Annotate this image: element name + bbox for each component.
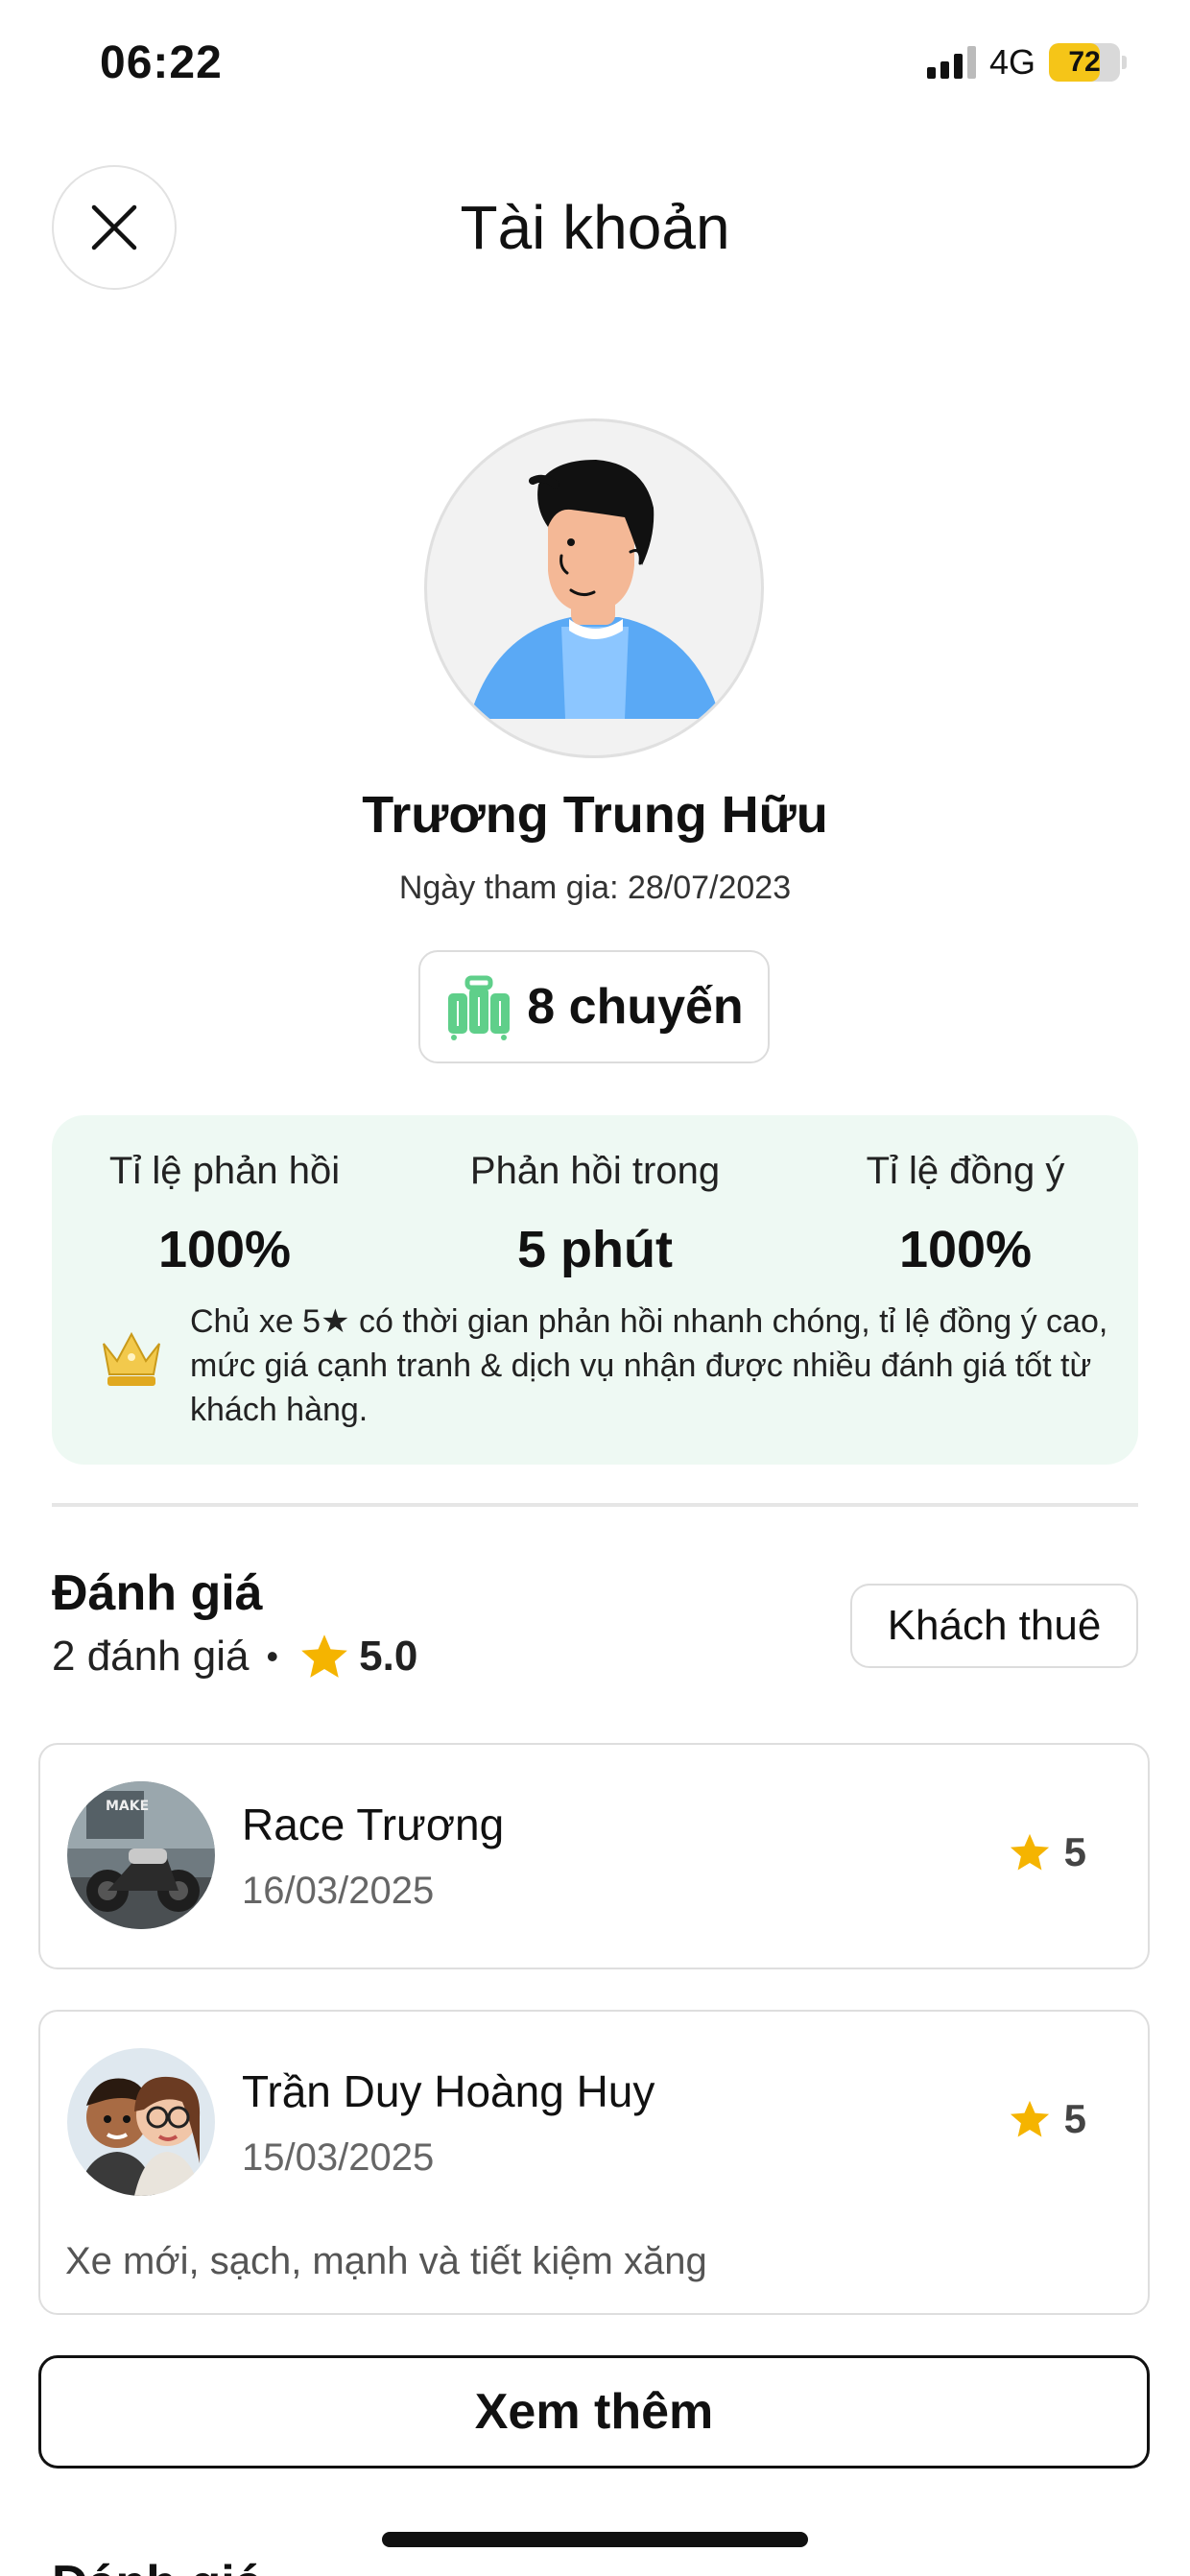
reviewer-name: Race Trương — [242, 1800, 505, 1849]
review-comment: Xe mới, sạch, mạnh và tiết kiệm xăng — [65, 2240, 707, 2282]
battery-level: 72 — [1068, 46, 1101, 78]
review-card: Trần Duy Hoàng Huy 15/03/2025 5 Xe mới, … — [38, 2010, 1150, 2315]
svg-text:MAKE: MAKE — [106, 1799, 149, 1814]
crown-icon — [100, 1328, 163, 1393]
next-section-title: Đánh giá — [52, 2555, 263, 2576]
stat-response-rate: Tỉ lệ phản hồi 100% — [52, 1150, 397, 1279]
stat-value: 5 phút — [517, 1221, 673, 1278]
reviews-title: Đánh giá — [52, 1565, 263, 1621]
reviews-count: 2 đánh giá — [52, 1633, 250, 1680]
trips-badge: 8 chuyến — [418, 950, 770, 1063]
reviewer-avatar: MAKE — [67, 1781, 215, 1929]
trips-count: 8 chuyến — [527, 979, 744, 1035]
separator-dot: • — [266, 1636, 279, 1676]
review-rating: 5 — [1009, 2096, 1086, 2142]
profile-avatar[interactable] — [424, 418, 764, 758]
stat-label: Tỉ lệ phản hồi — [108, 1150, 341, 1192]
status-icons: 4G 72 — [926, 42, 1127, 83]
rating-value: 5 — [1063, 1829, 1086, 1874]
reviewer-filter-button[interactable]: Khách thuê — [850, 1584, 1138, 1668]
profile-name: Trương Trung Hữu — [362, 786, 828, 844]
review-rating: 5 — [1009, 1829, 1086, 1875]
see-more-button[interactable]: Xem thêm — [38, 2355, 1150, 2469]
reviewer-name: Trần Duy Hoàng Huy — [242, 2066, 655, 2116]
reviews-summary: 2 đánh giá • 5.0 — [52, 1630, 417, 1683]
review-card: MAKE Race Trương 16/03/2025 5 — [38, 1743, 1150, 1969]
star-icon — [301, 1634, 347, 1678]
stat-response-time: Phản hồi trong 5 phút — [422, 1150, 768, 1279]
stat-acceptance-rate: Tỉ lệ đồng ý 100% — [793, 1150, 1138, 1279]
reviewer-avatar — [67, 2048, 215, 2196]
average-rating: 5.0 — [359, 1633, 418, 1680]
signal-icon — [926, 46, 976, 79]
status-time: 06:22 — [100, 37, 223, 88]
network-type: 4G — [988, 42, 1035, 82]
stat-label: Phản hồi trong — [469, 1150, 721, 1192]
section-divider — [52, 1503, 1138, 1507]
avatar-illustration — [469, 460, 721, 719]
battery-icon: 72 — [1049, 43, 1127, 82]
star-icon — [1010, 2100, 1049, 2137]
owner-stats: Tỉ lệ phản hồi 100% Phản hồi trong 5 phú… — [52, 1115, 1138, 1465]
rating-value: 5 — [1063, 2096, 1086, 2141]
review-date: 15/03/2025 — [242, 2136, 435, 2179]
luggage-icon — [448, 975, 511, 1040]
star-icon — [1010, 1833, 1049, 1871]
home-indicator[interactable] — [382, 2532, 808, 2547]
owner-badge-note: Chủ xe 5★ có thời gian phản hồi nhanh ch… — [190, 1303, 1108, 1428]
join-date: Ngày tham gia: 28/07/2023 — [398, 870, 792, 906]
stat-value: 100% — [898, 1221, 1033, 1278]
page-title: Tài khoản — [460, 193, 730, 262]
stat-label: Tỉ lệ đồng ý — [866, 1150, 1065, 1192]
stat-value: 100% — [157, 1221, 292, 1278]
review-date: 16/03/2025 — [242, 1870, 435, 1912]
